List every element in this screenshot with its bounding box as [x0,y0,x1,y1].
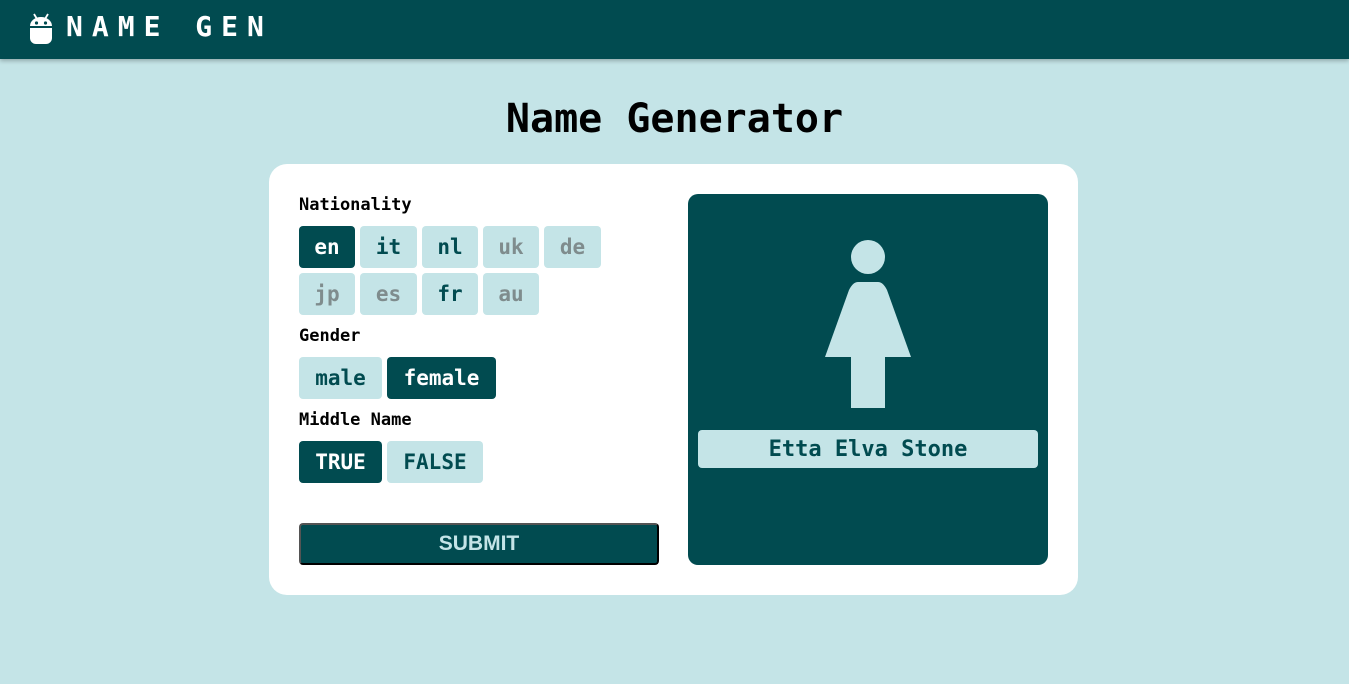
android-icon [30,13,52,44]
result-panel: Etta Elva Stone [688,194,1048,565]
top-bar: NAME GEN [0,0,1349,59]
page-title: Name Generator [505,96,844,142]
middle-name-label: Middle Name [299,410,412,430]
nationality-option-es[interactable]: es [360,273,417,315]
nationality-label: Nationality [299,195,412,215]
generator-card: Nationality en it nl uk de jp es fr au G… [269,164,1078,595]
submit-button[interactable]: SUBMIT [299,523,659,565]
nationality-option-nl[interactable]: nl [422,226,478,268]
nationality-option-jp[interactable]: jp [299,273,355,315]
middle-name-option-false[interactable]: FALSE [387,441,483,483]
generated-name: Etta Elva Stone [698,430,1038,468]
female-person-icon [825,240,911,408]
nationality-option-de[interactable]: de [544,226,601,268]
gender-option-male[interactable]: male [299,357,382,399]
nationality-option-uk[interactable]: uk [483,226,539,268]
nationality-option-en[interactable]: en [299,226,355,268]
middle-name-option-true[interactable]: TRUE [299,441,382,483]
gender-label: Gender [299,326,361,346]
nationality-option-au[interactable]: au [483,273,539,315]
nationality-option-fr[interactable]: fr [422,273,478,315]
brand-title[interactable]: NAME GEN [66,10,273,44]
nationality-option-it[interactable]: it [360,226,417,268]
gender-option-female[interactable]: female [387,357,496,399]
